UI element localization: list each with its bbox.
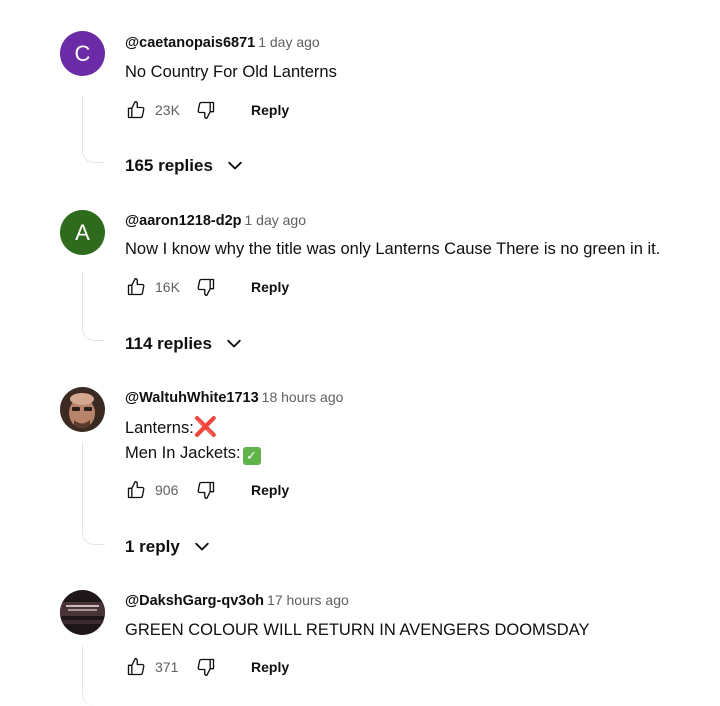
- like-button[interactable]: [125, 276, 147, 298]
- comment-text: No Country For Old Lanterns: [125, 63, 337, 81]
- dislike-button[interactable]: [195, 479, 217, 501]
- thread-line: [82, 96, 105, 163]
- cross-mark-emoji: ❌: [193, 417, 218, 438]
- comment-text-line: Lanterns:❌: [125, 415, 261, 441]
- comment-header: @caetanopais6871 1 day ago: [125, 34, 320, 51]
- user-photo-icon: [60, 590, 105, 635]
- comment-text: Now I know why the title was only Lanter…: [125, 240, 661, 258]
- thread-line: [82, 272, 105, 341]
- comment-text-line: Men In Jackets: ✓: [125, 441, 261, 466]
- thumbs-down-icon: [197, 278, 215, 296]
- view-replies-button[interactable]: 165 replies: [125, 156, 245, 176]
- comment-time[interactable]: 1 day ago: [245, 212, 307, 228]
- view-replies-button[interactable]: 114 replies: [125, 334, 244, 354]
- avatar[interactable]: C: [60, 31, 105, 76]
- view-replies-button[interactable]: 1 reply: [125, 537, 212, 557]
- comment-text: GREEN COLOUR WILL RETURN IN AVENGERS DOO…: [125, 621, 590, 639]
- avatar[interactable]: [60, 387, 105, 432]
- thread-line: [82, 646, 105, 706]
- comment-text-line-2: Men In Jackets:: [125, 444, 241, 462]
- avatar[interactable]: [60, 590, 105, 635]
- like-count: 906: [155, 482, 179, 498]
- like-count: 16K: [155, 279, 180, 295]
- comment-author[interactable]: @WaltuhWhite1713: [125, 390, 259, 406]
- like-button[interactable]: [125, 479, 147, 501]
- comment-actions: 23K Reply: [125, 98, 289, 122]
- chevron-down-icon: [224, 334, 244, 354]
- comment-header: @aaron1218-d2p 1 day ago: [125, 212, 306, 229]
- replies-count: 1 reply: [125, 537, 180, 556]
- dislike-button[interactable]: [195, 99, 217, 121]
- thumbs-up-icon: [127, 658, 145, 676]
- replies-count: 165 replies: [125, 156, 213, 175]
- comment-time[interactable]: 1 day ago: [258, 34, 320, 50]
- thumbs-down-icon: [197, 658, 215, 676]
- comment-author[interactable]: @caetanopais6871: [125, 35, 255, 51]
- thumbs-up-icon: [127, 278, 145, 296]
- comment-actions: 371 Reply: [125, 655, 289, 679]
- comment-author[interactable]: @aaron1218-d2p: [125, 213, 242, 229]
- like-button[interactable]: [125, 656, 147, 678]
- reply-button[interactable]: Reply: [251, 279, 289, 295]
- comment-time[interactable]: 18 hours ago: [262, 389, 344, 405]
- comment-time[interactable]: 17 hours ago: [267, 592, 349, 608]
- comment-author[interactable]: @DakshGarg-qv3oh: [125, 593, 264, 609]
- comment-text: Lanterns:❌ Men In Jackets: ✓: [125, 415, 261, 466]
- user-photo-icon: [60, 387, 105, 432]
- avatar[interactable]: A: [60, 210, 105, 255]
- dislike-button[interactable]: [195, 276, 217, 298]
- chevron-down-icon: [192, 537, 212, 557]
- comment-actions: 906 Reply: [125, 478, 289, 502]
- comment-text-line-1: Lanterns:: [125, 419, 194, 437]
- like-count: 371: [155, 659, 179, 675]
- like-button[interactable]: [125, 99, 147, 121]
- avatar-letter: C: [74, 40, 91, 66]
- comment-actions: 16K Reply: [125, 275, 289, 299]
- comment-header: @DakshGarg-qv3oh 17 hours ago: [125, 592, 349, 609]
- dislike-button[interactable]: [195, 656, 217, 678]
- reply-button[interactable]: Reply: [251, 659, 289, 675]
- thumbs-up-icon: [127, 481, 145, 499]
- thumbs-down-icon: [197, 101, 215, 120]
- thread-line: [82, 442, 105, 545]
- thumbs-down-icon: [197, 481, 215, 499]
- thumbs-up-icon: [127, 101, 145, 119]
- reply-button[interactable]: Reply: [251, 482, 289, 498]
- replies-count: 114 replies: [125, 334, 212, 353]
- avatar-letter: A: [75, 219, 90, 245]
- reply-button[interactable]: Reply: [251, 102, 289, 118]
- like-count: 23K: [155, 102, 180, 118]
- comment-header: @WaltuhWhite1713 18 hours ago: [125, 389, 343, 406]
- check-mark-emoji: ✓: [242, 446, 261, 465]
- chevron-down-icon: [225, 156, 245, 176]
